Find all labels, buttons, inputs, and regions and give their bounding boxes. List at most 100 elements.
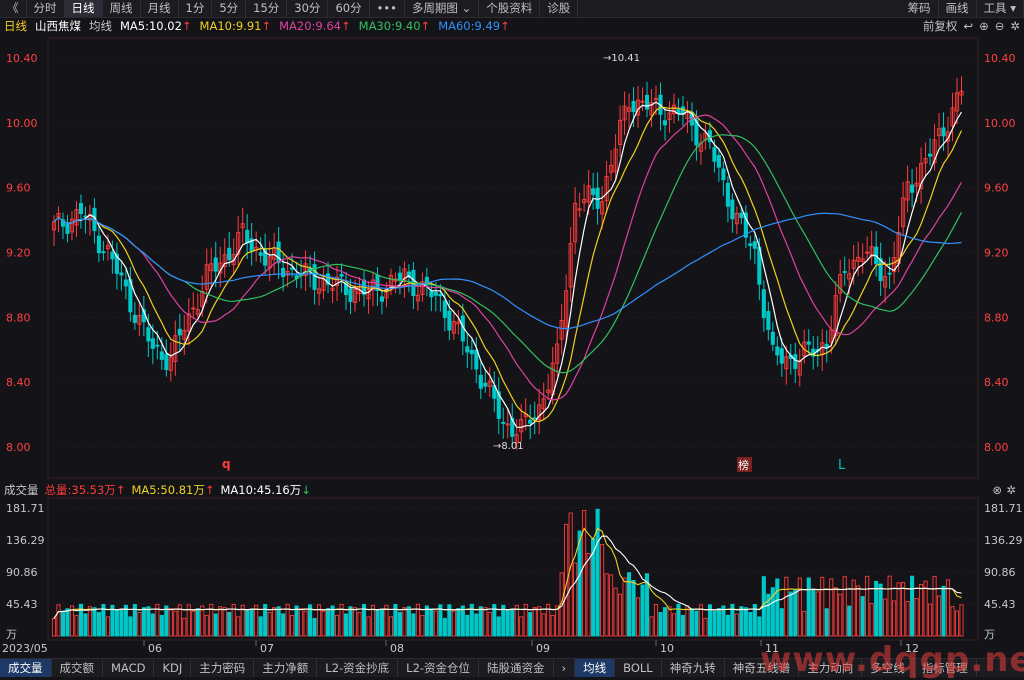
volume-bar xyxy=(357,611,362,637)
volume-bar xyxy=(824,608,829,637)
indicator-tab-8[interactable]: 陆股通资金 xyxy=(479,659,554,677)
volume-bar xyxy=(74,614,79,637)
volume-bar xyxy=(249,609,254,637)
volume-bar xyxy=(653,604,659,637)
candle-body xyxy=(132,314,137,323)
volume-bar xyxy=(784,576,789,637)
volume-bar xyxy=(838,593,843,637)
volume-bar xyxy=(343,613,349,637)
volume-bar xyxy=(555,605,560,637)
candle-body xyxy=(730,199,735,220)
volume-ma5: MA5:50.81万↑ xyxy=(131,482,215,497)
volume-total: 总量:35.53万↑ xyxy=(44,482,126,497)
candle-body xyxy=(761,289,766,319)
volume-tick-left: 136.29 xyxy=(6,534,45,547)
candle-body xyxy=(739,212,744,219)
candle-body xyxy=(150,338,155,349)
indicator-tab-12[interactable]: 神奇九转 xyxy=(662,659,725,677)
volume-bar xyxy=(887,575,892,637)
volume-bar xyxy=(667,606,672,637)
close-volume-icon[interactable]: ⊗ xyxy=(992,483,1002,497)
volume-bar xyxy=(721,605,726,637)
indicator-tab-9[interactable]: › xyxy=(554,659,576,677)
volume-bar xyxy=(936,595,942,637)
candle-body xyxy=(276,241,281,264)
price-tick-left: 9.60 xyxy=(6,182,31,195)
volume-bar xyxy=(146,606,151,637)
volume-bar xyxy=(276,606,281,637)
volume-bar xyxy=(173,610,178,637)
indicator-tab-11[interactable]: BOLL xyxy=(615,659,662,677)
candle-body xyxy=(478,374,483,389)
volume-bar xyxy=(618,593,623,637)
candle-body xyxy=(941,127,946,137)
indicator-tab-3[interactable]: KDJ xyxy=(154,659,192,677)
volume-bar xyxy=(914,597,919,637)
candle-body xyxy=(842,271,847,274)
volume-bar xyxy=(802,610,807,637)
volume-bar xyxy=(725,614,730,637)
indicator-tab-10[interactable]: 均线 xyxy=(575,659,616,677)
volume-bar xyxy=(537,606,542,637)
volume-bar xyxy=(586,553,591,637)
volume-bar xyxy=(954,610,960,637)
volume-bar xyxy=(348,606,353,637)
indicator-tab-0[interactable]: 成交量 xyxy=(0,659,52,677)
volume-bar xyxy=(950,606,955,637)
volume-bar xyxy=(505,609,510,637)
volume-bar xyxy=(51,617,57,637)
volume-bar xyxy=(874,580,879,637)
volume-bar xyxy=(87,606,92,637)
volume-bar xyxy=(833,587,838,637)
candle-body xyxy=(164,353,169,371)
volume-bar xyxy=(519,616,524,637)
indicator-tab-2[interactable]: MACD xyxy=(103,659,155,677)
indicator-tab-6[interactable]: L2-资金抄底 xyxy=(317,659,399,677)
volume-bar xyxy=(622,577,627,637)
ma30-line xyxy=(53,134,963,374)
ma5-line xyxy=(53,101,963,429)
volume-ma10: MA10:45.16万↓ xyxy=(220,482,311,497)
candle-body xyxy=(770,331,775,345)
indicator-tab-7[interactable]: L2-资金仓位 xyxy=(398,659,480,677)
kline-chart[interactable]: 10.40 10.40 10.00 10.00 9.60 9.60 9.20 9.20 8.80… xyxy=(0,0,1024,658)
candle-body xyxy=(110,251,115,260)
indicator-tab-5[interactable]: 主力净额 xyxy=(254,659,318,677)
volume-bar xyxy=(182,617,187,637)
volume-bar xyxy=(150,613,155,637)
volume-bar xyxy=(658,612,663,637)
volume-bar xyxy=(420,614,425,637)
candle-body xyxy=(146,327,151,342)
volume-bar xyxy=(860,596,865,637)
volume-tick-right: 45.43 xyxy=(984,598,1016,611)
event-mark-l: L xyxy=(838,458,846,473)
price-tick-left: 10.00 xyxy=(6,117,38,130)
event-mark-bang: 榜 xyxy=(738,458,749,472)
volume-bar xyxy=(433,610,438,637)
volume-bar xyxy=(604,573,609,637)
volume-tick-right: 90.86 xyxy=(984,566,1016,579)
volume-bar xyxy=(631,579,636,637)
candle-body xyxy=(433,291,438,296)
volume-bar xyxy=(456,608,461,637)
volume-bar xyxy=(797,577,802,637)
volume-settings-icon[interactable]: ✲ xyxy=(1006,483,1016,497)
volume-bar xyxy=(227,612,232,637)
candle-body xyxy=(469,349,474,355)
volume-label[interactable]: 成交量 xyxy=(4,482,39,498)
indicator-tab-1[interactable]: 成交额 xyxy=(52,659,103,677)
indicator-tab-4[interactable]: 主力密码 xyxy=(191,659,255,677)
volume-bar xyxy=(303,610,308,637)
volume-bar xyxy=(60,610,66,637)
price-tick-right: 8.80 xyxy=(984,311,1009,324)
volume-bar xyxy=(465,614,470,637)
candle-body xyxy=(227,247,232,261)
volume-bar xyxy=(213,613,218,637)
candle-body xyxy=(779,348,784,364)
volume-bar xyxy=(689,608,695,637)
volume-bar xyxy=(137,612,142,637)
volume-bar xyxy=(65,608,70,637)
volume-bar xyxy=(128,616,133,637)
volume-bar xyxy=(856,585,861,637)
candle-body xyxy=(339,273,344,277)
